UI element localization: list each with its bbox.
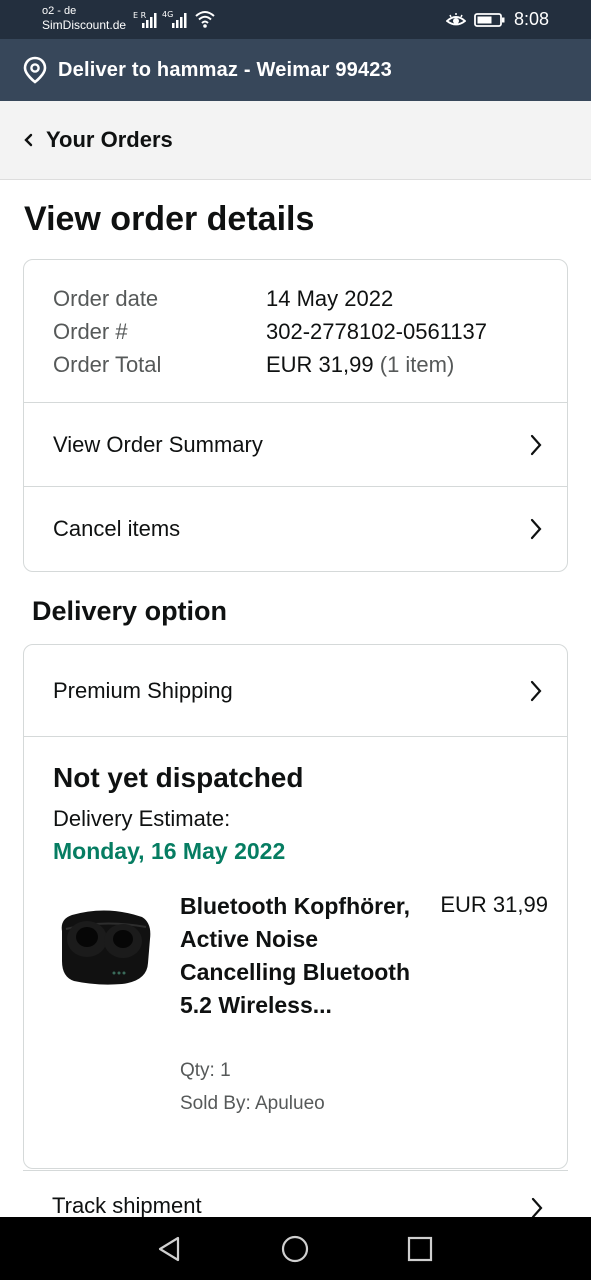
delivery-option-heading: Delivery option	[32, 596, 228, 626]
cancel-items-row[interactable]: Cancel items	[24, 487, 567, 571]
eye-comfort-icon	[445, 12, 466, 25]
back-label: Your Orders	[46, 127, 173, 152]
system-status-bar: o2 - de SimDiscount.de E R 4G 8:08	[0, 0, 591, 39]
order-info-block: Order date 14 May 2022 Order # 302-27781…	[24, 260, 567, 403]
chevron-right-icon	[530, 518, 542, 540]
recents-square-icon[interactable]	[404, 1233, 436, 1265]
shipping-method-block: Premium Shipping	[24, 645, 567, 737]
back-to-orders[interactable]: Your Orders	[0, 101, 591, 180]
cell-signal-icon: E R	[133, 11, 157, 28]
system-navigation-bar	[0, 1217, 591, 1280]
clock: 8:08	[513, 9, 549, 29]
home-circle-icon[interactable]	[279, 1233, 311, 1265]
back-triangle-icon[interactable]	[153, 1233, 185, 1265]
shipment-card: Premium Shipping Not yet dispatched Deli…	[23, 644, 568, 1169]
chevron-right-icon	[530, 680, 542, 702]
track-shipment-label: Track shipment	[52, 1193, 202, 1217]
product-quantity: Qty: 1	[180, 1060, 231, 1081]
shipping-method-label: Premium Shipping	[53, 678, 233, 703]
battery-icon	[474, 12, 505, 27]
product-seller: Sold By: Apulueo	[180, 1093, 325, 1114]
delivery-address-text: Deliver to hammaz - Weimar 99423	[58, 58, 392, 81]
status-right-group: 8:08	[445, 9, 549, 30]
view-order-summary-row[interactable]: View Order Summary	[24, 403, 567, 487]
premium-shipping-row[interactable]: Premium Shipping	[24, 645, 567, 737]
shipment-status: Not yet dispatched	[53, 762, 304, 793]
delivery-estimate-date: Monday, 16 May 2022	[53, 838, 286, 864]
track-shipment-row[interactable]: Track shipment	[23, 1171, 568, 1217]
order-item-count: (1 item)	[379, 352, 455, 377]
delivery-address-bar[interactable]: Deliver to hammaz - Weimar 99423	[0, 39, 591, 101]
order-total-value-group: EUR 31,99 (1 item)	[266, 352, 454, 378]
cell-signal-4g-icon: 4G	[162, 10, 187, 28]
delivery-estimate-label: Delivery Estimate:	[53, 806, 231, 831]
page-title: View order details	[24, 200, 315, 238]
order-date-value: 14 May 2022	[266, 286, 394, 311]
chevron-right-icon	[531, 1197, 543, 1217]
view-order-summary-label: View Order Summary	[53, 431, 263, 457]
product-price: EUR 31,99	[440, 892, 548, 917]
chevron-left-icon	[24, 133, 33, 147]
order-info-card: Order date 14 May 2022 Order # 302-27781…	[23, 259, 568, 572]
order-number-label: Order #	[53, 319, 128, 344]
wifi-icon	[195, 11, 215, 28]
carrier-name: o2 - de	[42, 5, 77, 17]
order-total-value: EUR 31,99	[266, 352, 374, 377]
order-total-label: Order Total	[53, 352, 162, 377]
chevron-right-icon	[530, 434, 542, 455]
location-pin-icon	[23, 56, 47, 84]
order-date-label: Order date	[53, 286, 159, 311]
product-image[interactable]	[52, 889, 156, 993]
svg-text:4G: 4G	[162, 10, 173, 19]
carrier-info: o2 - de SimDiscount.de	[42, 4, 126, 32]
order-number-value: 302-2778102-0561137	[266, 319, 488, 344]
svg-text:E R: E R	[133, 11, 147, 20]
cancel-items-label: Cancel items	[53, 516, 181, 541]
carrier-operator: SimDiscount.de	[42, 18, 127, 32]
product-title-link[interactable]: Bluetooth Kopfhörer, Active Noise Cancel…	[180, 890, 410, 1022]
